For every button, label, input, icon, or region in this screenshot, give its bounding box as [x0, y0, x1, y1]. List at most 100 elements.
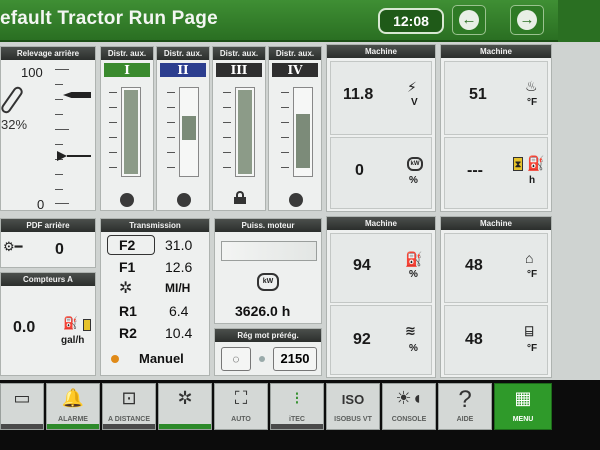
itec-icon: ⁝ [294, 388, 300, 408]
oil-temp-value: 48 [465, 257, 483, 274]
preset-rpm-panel[interactable]: Rég mot prérég. ◌ 2150 [214, 328, 322, 376]
gear-r2-label: R2 [119, 325, 137, 341]
engine-power-title: Puiss. moteur [215, 219, 321, 232]
auto-icon: ⛶ [234, 388, 248, 408]
aux-3-label: III [216, 63, 262, 77]
machine-2-title: Machine [441, 45, 551, 58]
counters-title: Compteurs A [1, 273, 95, 286]
softkey-menu[interactable]: ▦ MENU [494, 383, 552, 430]
isobus-icon: ISO [341, 392, 365, 407]
softkey-help[interactable]: ? AIDE [438, 383, 492, 430]
gear-r1-label: R1 [119, 303, 137, 319]
aux-3-ticks [223, 87, 231, 177]
machine-1-bottom-value: 0 [355, 162, 364, 179]
softkey-isobus-label: ISOBUS VT [334, 416, 372, 423]
def-level-icon: ≋ [405, 323, 416, 338]
page-title: efault Tractor Run Page [0, 8, 218, 29]
engine-hours: 3626.0 h [235, 303, 291, 319]
aux-3-title: Distr. aux. [213, 47, 265, 60]
screen: efault Tractor Run Page 12:08 ← → Releva… [0, 0, 600, 450]
machine-3-top-cell [330, 233, 432, 303]
aux-valve-2[interactable]: Distr. aux. II [156, 46, 210, 211]
aux-1-label: I [104, 63, 150, 77]
fuel-level-unit: % [409, 269, 418, 280]
aux-2-gauge [179, 87, 199, 177]
aux-4-title: Distr. aux. [269, 47, 321, 60]
aux-valve-4[interactable]: Distr. aux. IV [268, 46, 322, 211]
softkey-itec[interactable]: ⁝ iTEC [270, 383, 324, 430]
aux-2-status-icon [177, 193, 191, 207]
gear-f2-label: F2 [119, 237, 136, 253]
gear-r2-speed: 10.4 [165, 325, 193, 341]
softkey-isobus[interactable]: ISO ISOBUS VT [326, 383, 380, 430]
engine-load-icon: kW [407, 157, 423, 171]
aux-valve-3[interactable]: Distr. aux. III [212, 46, 266, 211]
preset-rpm-mode-button[interactable]: ◌ [221, 347, 251, 371]
machine-4-title: Machine [441, 217, 551, 230]
aux-1-ticks [109, 87, 117, 177]
aux-valve-1[interactable]: Distr. aux. I [100, 46, 154, 211]
clock: 12:08 [378, 8, 444, 34]
softkey-console-label: CONSOLE [391, 416, 427, 423]
rear-hitch-title: Relevage arrière [1, 47, 95, 60]
softkey-1[interactable]: ▭ [0, 383, 44, 430]
fuel-rate-value: 0.0 [13, 319, 36, 336]
softkey-console[interactable]: ☀◖ CONSOLE [382, 383, 436, 430]
machine-3-title: Machine [327, 217, 435, 230]
gear-icon: ✲ [177, 388, 193, 408]
hitch-position-pointer [57, 151, 91, 161]
hydraulic-temp-value: 48 [465, 331, 483, 348]
rear-pto-title: PDF arrière [1, 219, 95, 232]
aux-4-gauge [293, 87, 313, 177]
menu-grid-icon: ▦ [514, 388, 532, 408]
engine-power-bar [221, 241, 317, 261]
hitch-min-label: 0 [37, 197, 45, 212]
oil-temp-icon: ⌂ [525, 250, 534, 266]
hydraulic-temp-icon: ⌸ [525, 323, 534, 339]
temperature-unit: °F [527, 97, 538, 108]
fuel-rate-icon: ⛽ [63, 316, 78, 330]
softkey-menu-label: MENU [512, 416, 534, 423]
machine-panel-4[interactable]: Machine 48 ⌂ °F 48 ⌸ °F [440, 216, 552, 378]
aux-2-ticks [167, 87, 175, 177]
machine-panel-3[interactable]: Machine 94 ⛽ % 92 ≋ % [326, 216, 436, 378]
fuel-pump-icon: ⛽ [527, 155, 545, 171]
voltage-unit: V [411, 97, 418, 108]
hydraulic-temp-unit: °F [527, 343, 538, 354]
oil-temp-unit: °F [527, 269, 538, 280]
softkey-auto[interactable]: ⛶ AUTO [214, 383, 268, 430]
def-level-unit: % [409, 343, 418, 354]
machine-panel-2[interactable]: Machine 51 ♨ °F --- ⧗ ⛽ h [440, 44, 552, 212]
lightning-icon: ⚡ [407, 79, 417, 95]
softkey-alarm-label: ALARME [58, 416, 88, 423]
transmission-mode: Manuel [139, 351, 184, 366]
back-button[interactable]: ← [452, 5, 486, 35]
softkey-help-label: AIDE [456, 416, 474, 423]
preset-rpm-value-button[interactable]: 2150 [273, 347, 317, 371]
fuel-rate-yellow-icon [83, 319, 91, 331]
alarm-bell-icon: 🔔 [61, 388, 85, 408]
counters-panel[interactable]: Compteurs A 0.0 ⛽ gal/h [0, 272, 96, 376]
engine-power-panel[interactable]: Puiss. moteur kW 3626.0 h [214, 218, 322, 324]
pto-shaft-icon: ⚙━ [3, 239, 23, 254]
forward-button[interactable]: → [510, 5, 544, 35]
machine-4-top-cell [444, 233, 548, 303]
transmission-panel[interactable]: Transmission F2 31.0 F1 12.6 ✲ MI/H R1 6… [100, 218, 210, 376]
softkey-settings[interactable]: ✲ [158, 383, 212, 430]
softkey-remote[interactable]: ⊡ A DISTANCE [102, 383, 156, 430]
hourglass-icon: ⧗ [513, 157, 523, 171]
softkey-alarm[interactable]: 🔔 ALARME [46, 383, 100, 430]
battery-voltage-value: 11.8 [343, 86, 374, 103]
speaker-icon: ☀◖ [395, 388, 423, 408]
rear-hitch-panel[interactable]: Relevage arrière 100 0 32% [0, 46, 96, 212]
rear-pto-panel[interactable]: PDF arrière ⚙━ 0 [0, 218, 96, 268]
fuel-level-value: 94 [353, 257, 371, 274]
machine-panel-1[interactable]: Machine 11.8 ⚡ V 0 kW % [326, 44, 436, 212]
aux-2-title: Distr. aux. [157, 47, 209, 60]
aux-1-title: Distr. aux. [101, 47, 153, 60]
hitch-percent: 32% [1, 117, 28, 132]
machine-2-bottom-cell [444, 137, 548, 209]
temperature-value: 51 [469, 86, 487, 103]
aux-1-status-icon [120, 193, 134, 207]
fuel-level-icon: ⛽ [405, 251, 423, 267]
